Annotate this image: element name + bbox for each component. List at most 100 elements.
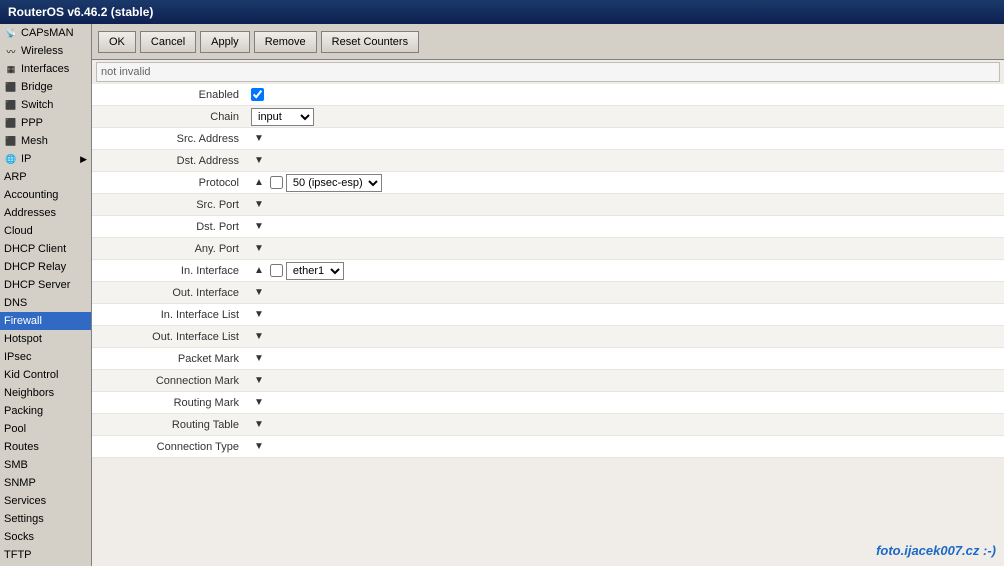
reset-counters-button[interactable]: Reset Counters	[321, 31, 419, 53]
routing-table-expand-icon[interactable]: ▼	[251, 417, 267, 432]
sidebar-item-capsman[interactable]: 📡 CAPsMAN	[0, 24, 91, 42]
in-interface-select[interactable]: ether1 ether2 wlan1	[286, 262, 344, 280]
out-interface-list-expand-icon[interactable]: ▼	[251, 329, 267, 344]
routes-label: Routes	[4, 441, 39, 453]
sidebar-item-ppp[interactable]: ⬛ PPP	[0, 114, 91, 132]
remove-button[interactable]: Remove	[254, 31, 317, 53]
sidebar-label: Interfaces	[21, 63, 69, 75]
sidebar-item-pool[interactable]: Pool	[0, 420, 91, 438]
sidebar-item-socks[interactable]: Socks	[0, 528, 91, 546]
cloud-label: Cloud	[4, 225, 33, 237]
sidebar-item-arp[interactable]: ARP	[0, 168, 91, 186]
sidebar-label: Switch	[21, 99, 53, 111]
dst-address-expand-icon[interactable]: ▼	[251, 153, 267, 168]
src-port-expand-icon[interactable]: ▼	[251, 197, 267, 212]
ip-arrow-icon: ▶	[80, 154, 87, 165]
sidebar-item-tftp[interactable]: TFTP	[0, 546, 91, 564]
routing-mark-expand-icon[interactable]: ▼	[251, 395, 267, 410]
connection-mark-expand-icon[interactable]: ▼	[251, 373, 267, 388]
dst-port-control: ▼	[247, 218, 1004, 235]
interfaces-icon: ▦	[4, 62, 18, 76]
ok-button[interactable]: OK	[98, 31, 136, 53]
title-bar: RouterOS v6.46.2 (stable)	[0, 0, 1004, 24]
pool-label: Pool	[4, 423, 26, 435]
routing-table-control: ▼	[247, 416, 1004, 433]
sidebar-item-kid-control[interactable]: Kid Control	[0, 366, 91, 384]
out-interface-expand-icon[interactable]: ▼	[251, 285, 267, 300]
sidebar-item-mesh[interactable]: ⬛ Mesh	[0, 132, 91, 150]
src-address-expand-icon[interactable]: ▼	[251, 131, 267, 146]
chain-select[interactable]: input forward output	[251, 108, 314, 126]
packet-mark-control: ▼	[247, 350, 1004, 367]
status-bar: not invalid	[96, 62, 1000, 82]
status-text: not invalid	[101, 66, 151, 78]
toolbar: OK Cancel Apply Remove Reset Counters	[92, 24, 1004, 60]
sidebar-item-ip[interactable]: 🌐 IP ▶	[0, 150, 91, 168]
firewall-label: Firewall	[4, 315, 42, 327]
form-row-connection-mark: Connection Mark ▼	[92, 370, 1004, 392]
enabled-label: Enabled	[92, 87, 247, 103]
sidebar-item-smb[interactable]: SMB	[0, 456, 91, 474]
in-interface-collapse-icon[interactable]: ▲	[251, 263, 267, 278]
sidebar-item-routes[interactable]: Routes	[0, 438, 91, 456]
form-row-protocol: Protocol ▲ 50 (ipsec-esp) tcp udp icmp	[92, 172, 1004, 194]
services-label: Services	[4, 495, 46, 507]
sidebar-item-ipsec[interactable]: IPsec	[0, 348, 91, 366]
enabled-checkbox[interactable]	[251, 88, 264, 101]
protocol-select[interactable]: 50 (ipsec-esp) tcp udp icmp	[286, 174, 382, 192]
in-interface-list-expand-icon[interactable]: ▼	[251, 307, 267, 322]
sidebar-item-services[interactable]: Services	[0, 492, 91, 510]
sidebar-item-snmp[interactable]: SNMP	[0, 474, 91, 492]
watermark-text: foto.ijacek007.cz :-)	[876, 543, 996, 558]
connection-type-control: ▼	[247, 438, 1004, 455]
sidebar-label: Mesh	[21, 135, 48, 147]
form-row-packet-mark: Packet Mark ▼	[92, 348, 1004, 370]
form-row-out-interface: Out. Interface ▼	[92, 282, 1004, 304]
enabled-control	[247, 87, 1004, 102]
sidebar-item-dns[interactable]: DNS	[0, 294, 91, 312]
form-row-connection-type: Connection Type ▼	[92, 436, 1004, 458]
sidebar-item-dhcp-server[interactable]: DHCP Server	[0, 276, 91, 294]
sidebar-item-interfaces[interactable]: ▦ Interfaces	[0, 60, 91, 78]
dst-port-expand-icon[interactable]: ▼	[251, 219, 267, 234]
switch-icon: ⬛	[4, 98, 18, 112]
in-interface-checkbox[interactable]	[270, 264, 283, 277]
sidebar-label: Bridge	[21, 81, 53, 93]
protocol-control: ▲ 50 (ipsec-esp) tcp udp icmp	[247, 173, 1004, 193]
sidebar-item-hotspot[interactable]: Hotspot	[0, 330, 91, 348]
sidebar-item-switch[interactable]: ⬛ Switch	[0, 96, 91, 114]
chain-control: input forward output	[247, 107, 1004, 127]
arp-label: ARP	[4, 171, 27, 183]
sidebar-item-settings[interactable]: Settings	[0, 510, 91, 528]
wireless-icon: 〰	[4, 44, 18, 58]
sidebar-item-dhcp-client[interactable]: DHCP Client	[0, 240, 91, 258]
dhcp-client-label: DHCP Client	[4, 243, 66, 255]
cancel-button[interactable]: Cancel	[140, 31, 196, 53]
smb-label: SMB	[4, 459, 28, 471]
any-port-expand-icon[interactable]: ▼	[251, 241, 267, 256]
sidebar-item-firewall[interactable]: Firewall	[0, 312, 91, 330]
packet-mark-expand-icon[interactable]: ▼	[251, 351, 267, 366]
kid-control-label: Kid Control	[4, 369, 58, 381]
sidebar-label: IP	[21, 153, 31, 165]
connection-type-expand-icon[interactable]: ▼	[251, 439, 267, 454]
protocol-checkbox[interactable]	[270, 176, 283, 189]
sidebar-item-dhcp-relay[interactable]: DHCP Relay	[0, 258, 91, 276]
routing-table-label: Routing Table	[92, 417, 247, 433]
sidebar-item-bridge[interactable]: ⬛ Bridge	[0, 78, 91, 96]
apply-button[interactable]: Apply	[200, 31, 250, 53]
sidebar-item-neighbors[interactable]: Neighbors	[0, 384, 91, 402]
sidebar-item-cloud[interactable]: Cloud	[0, 222, 91, 240]
ipsec-label: IPsec	[4, 351, 32, 363]
protocol-collapse-icon[interactable]: ▲	[251, 175, 267, 190]
sidebar-item-addresses[interactable]: Addresses	[0, 204, 91, 222]
sidebar-item-wireless[interactable]: 〰 Wireless	[0, 42, 91, 60]
connection-type-label: Connection Type	[92, 439, 247, 455]
out-interface-list-label: Out. Interface List	[92, 329, 247, 345]
out-interface-label: Out. Interface	[92, 285, 247, 301]
hotspot-label: Hotspot	[4, 333, 42, 345]
dst-address-control: ▼	[247, 152, 1004, 169]
sidebar-item-accounting[interactable]: Accounting	[0, 186, 91, 204]
sidebar-item-packing[interactable]: Packing	[0, 402, 91, 420]
sidebar: 📡 CAPsMAN 〰 Wireless ▦ Interfaces ⬛ Brid…	[0, 24, 92, 566]
